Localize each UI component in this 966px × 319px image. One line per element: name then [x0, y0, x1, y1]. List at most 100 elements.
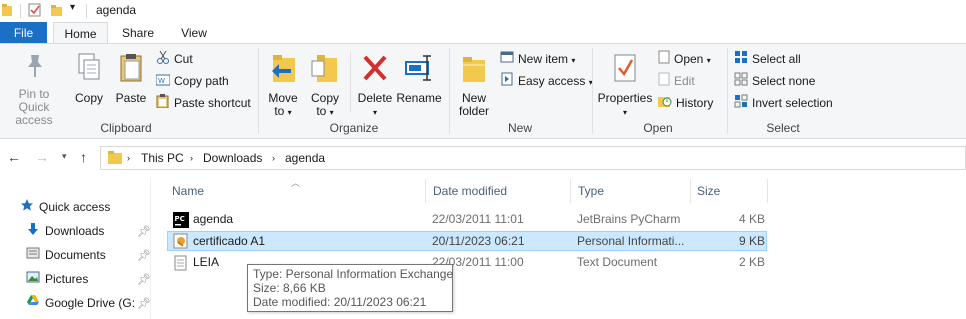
paste-shortcut-button[interactable]: Paste shortcut: [156, 94, 251, 112]
file-name: LEIA: [193, 255, 220, 269]
group-divider: [258, 48, 259, 134]
sort-ascending-icon: ︿: [291, 178, 301, 188]
properties-button[interactable]: Properties ▾: [596, 52, 654, 119]
copy-path-icon: W: [155, 73, 171, 91]
window-title: agenda: [96, 3, 137, 17]
rename-button[interactable]: Rename: [396, 52, 442, 105]
move-to-icon: [264, 52, 302, 87]
properties-quick-icon[interactable]: [28, 3, 42, 20]
file-name: certificado A1: [193, 234, 266, 248]
tab-file[interactable]: File: [0, 22, 47, 44]
breadcrumb-agenda[interactable]: agenda: [285, 151, 325, 165]
breadcrumb-separator-icon[interactable]: ›: [127, 153, 130, 163]
customize-toolbar-icon[interactable]: ▾: [70, 2, 75, 13]
sidebar-item-documents[interactable]: Documents: [26, 245, 106, 265]
column-header-name[interactable]: Name: [172, 184, 204, 198]
invert-selection-icon: [734, 94, 748, 113]
star-icon: [20, 198, 34, 218]
open-icon: [658, 50, 670, 69]
breadcrumb-downloads[interactable]: Downloads: [203, 151, 262, 165]
column-header-size[interactable]: Size: [697, 184, 720, 198]
file-size: 9 KB: [739, 234, 766, 248]
up-arrow-icon[interactable]: ↑: [80, 149, 87, 165]
address-bar[interactable]: › This PC › Downloads › agenda: [100, 146, 966, 170]
pin-icon[interactable]: 📌︎: [137, 273, 151, 286]
file-type: Personal Informati...: [577, 234, 685, 248]
paste-button[interactable]: Paste: [112, 52, 150, 105]
pin-icon[interactable]: 📌︎: [137, 225, 151, 238]
text-file-icon: [174, 255, 188, 274]
breadcrumb-separator-icon[interactable]: ›: [272, 153, 275, 163]
column-header-date[interactable]: Date modified: [433, 184, 507, 198]
pin-icon: [2, 52, 66, 83]
column-divider[interactable]: [425, 179, 426, 203]
column-divider[interactable]: [690, 179, 691, 203]
group-label-new: New: [507, 121, 532, 135]
file-type: JetBrains PyCharm: [577, 212, 681, 226]
tab-share[interactable]: Share: [113, 22, 163, 44]
svg-text:PC: PC: [175, 215, 185, 223]
pane-divider[interactable]: [150, 177, 151, 319]
table-row[interactable]: PC agenda 22/03/2011 11:01 JetBrains PyC…: [167, 210, 767, 230]
download-arrow-icon: [26, 222, 40, 242]
tab-home[interactable]: Home: [53, 22, 108, 44]
copy-path-button[interactable]: W Copy path: [155, 72, 229, 91]
navigation-bar: ← → ▾ ↑ › This PC › Downloads › agenda: [0, 139, 966, 177]
sidebar-item-downloads[interactable]: Downloads: [26, 221, 104, 241]
group-label-organize: Organize: [329, 121, 379, 135]
sidebar-item-quick-access[interactable]: Quick access: [20, 197, 110, 217]
pin-icon[interactable]: 📌︎: [137, 297, 151, 310]
file-tooltip: Type: Personal Information Exchange Size…: [247, 264, 453, 312]
copy-to-icon: [306, 52, 344, 87]
forward-arrow-icon[interactable]: →: [35, 149, 49, 165]
history-button[interactable]: History: [658, 94, 713, 112]
select-all-icon: [734, 50, 748, 69]
pin-icon[interactable]: 📌︎: [137, 249, 151, 262]
copy-icon: [70, 52, 108, 87]
invert-selection-button[interactable]: Invert selection: [734, 94, 833, 112]
tab-view[interactable]: View: [172, 22, 216, 44]
cut-button[interactable]: Cut: [156, 50, 193, 68]
sidebar-item-google-drive[interactable]: Google Drive (G:: [26, 293, 135, 313]
edit-button[interactable]: Edit: [658, 72, 695, 90]
copy-to-button[interactable]: Copy to ▾: [306, 52, 344, 119]
select-none-button[interactable]: Select none: [734, 72, 815, 90]
tooltip-type: Type: Personal Information Exchange: [253, 267, 454, 281]
copy-button[interactable]: Copy: [70, 52, 108, 105]
folder-icon: [107, 150, 123, 169]
open-button[interactable]: Open ▾: [658, 50, 711, 68]
move-to-button[interactable]: Move to ▾: [264, 52, 302, 119]
group-divider: [592, 48, 593, 134]
google-drive-icon: [26, 294, 40, 314]
easy-access-button[interactable]: Easy access ▾: [500, 72, 593, 90]
rename-icon: [396, 52, 442, 87]
new-item-button[interactable]: New item ▾: [500, 50, 575, 68]
pin-to-quick-access-button[interactable]: Pin to Quick access: [2, 52, 66, 127]
new-folder-quick-icon[interactable]: [50, 3, 64, 20]
properties-icon: [596, 52, 654, 87]
recent-locations-chevron-icon[interactable]: ▾: [62, 151, 67, 162]
ribbon: Pin to Quick access Copy Paste Cut W Copy…: [0, 43, 966, 139]
group-label-select: Select: [766, 121, 800, 135]
new-item-icon: [500, 50, 514, 69]
file-type: Text Document: [577, 255, 658, 269]
select-all-button[interactable]: Select all: [734, 50, 801, 68]
delete-button[interactable]: Delete ▾: [355, 52, 395, 119]
breadcrumb-this-pc[interactable]: This PC: [141, 151, 184, 165]
column-divider[interactable]: [570, 179, 571, 203]
breadcrumb-separator-icon[interactable]: ›: [190, 153, 193, 163]
tooltip-date: Date modified: 20/11/2023 06:21: [253, 295, 427, 309]
ribbon-tabs: File Home Share View: [0, 22, 966, 44]
column-divider[interactable]: [767, 179, 768, 203]
new-folder-button[interactable]: New folder: [452, 52, 496, 118]
tooltip-size: Size: 8,66 KB: [253, 281, 326, 295]
column-header-type[interactable]: Type: [578, 184, 604, 198]
back-arrow-icon[interactable]: ←: [7, 149, 21, 165]
folder-small-icon[interactable]: [2, 3, 14, 20]
paste-icon: [112, 52, 150, 87]
table-row[interactable]: certificado A1 20/11/2023 06:21 Personal…: [167, 231, 767, 251]
sidebar-item-pictures[interactable]: Pictures: [26, 269, 88, 289]
history-icon: [658, 94, 672, 113]
documents-icon: [26, 246, 40, 266]
select-none-icon: [734, 72, 748, 91]
